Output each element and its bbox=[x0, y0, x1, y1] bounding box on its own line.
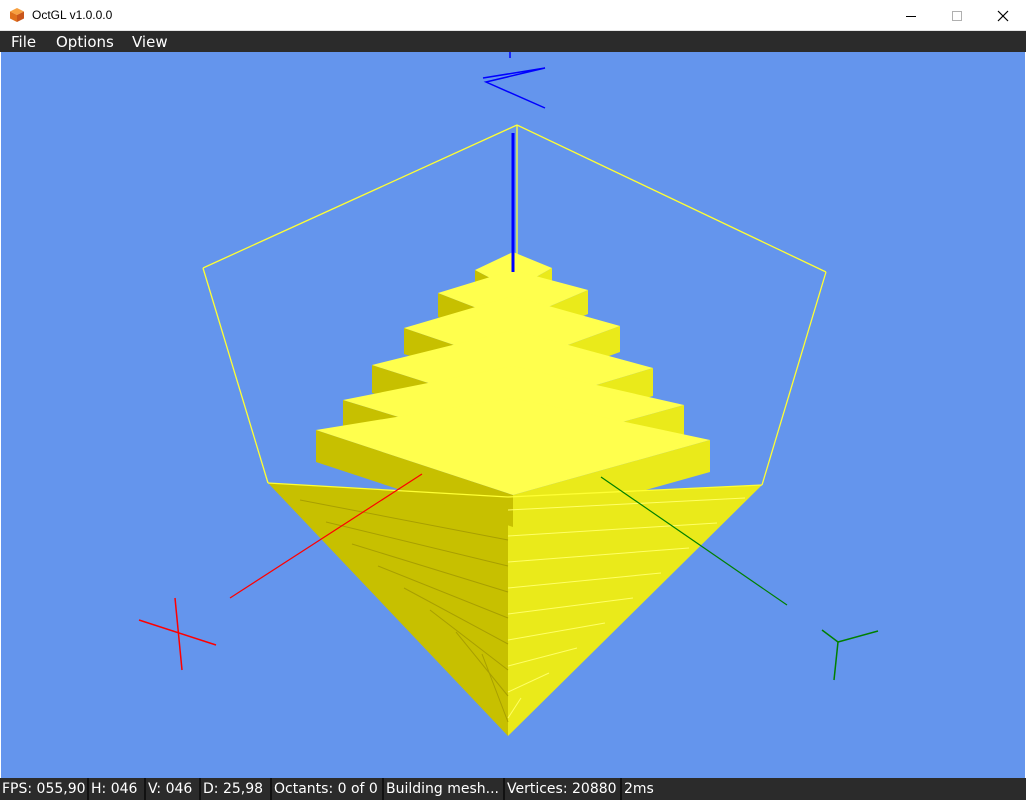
pyramid-right-face bbox=[508, 485, 762, 736]
scene-canvas bbox=[138, 52, 879, 736]
window-title: OctGL v1.0.0.0 bbox=[32, 8, 113, 22]
close-icon bbox=[997, 10, 1009, 21]
status-d: D: 25,98 bbox=[201, 778, 272, 800]
status-bar: FPS: 055,90 H: 046 V: 046 D: 25,98 Octan… bbox=[0, 778, 1026, 800]
status-state: Building mesh... bbox=[384, 778, 505, 800]
menu-view[interactable]: View bbox=[132, 33, 168, 51]
title-bar[interactable]: OctGL v1.0.0.0 bbox=[0, 0, 1026, 31]
close-button[interactable] bbox=[980, 0, 1026, 31]
menu-options[interactable]: Options bbox=[56, 33, 114, 51]
y-axis-label-glyph bbox=[837, 630, 879, 643]
status-v: V: 046 bbox=[146, 778, 201, 800]
y-axis-label-glyph bbox=[821, 629, 839, 643]
maximize-icon bbox=[952, 10, 962, 21]
status-h: H: 046 bbox=[89, 778, 146, 800]
y-axis-label-glyph bbox=[833, 641, 839, 681]
minimize-icon bbox=[906, 15, 916, 17]
pyramid-left-face bbox=[268, 483, 508, 736]
z-axis-label-glyph bbox=[482, 67, 546, 109]
menu-bar: File Options View bbox=[0, 31, 1026, 52]
gl-viewport[interactable] bbox=[1, 52, 1025, 778]
minimize-button[interactable] bbox=[888, 0, 934, 31]
bbox-edge bbox=[202, 267, 269, 484]
maximize-button[interactable] bbox=[934, 0, 980, 31]
status-octants: Octants: 0 of 0 bbox=[272, 778, 384, 800]
menu-file[interactable]: File bbox=[11, 33, 36, 51]
status-time: 2ms bbox=[624, 781, 654, 797]
app-cube-icon bbox=[10, 8, 24, 22]
status-fps: FPS: 055,90 bbox=[0, 778, 89, 800]
status-vertices: Vertices: 20880 bbox=[505, 778, 622, 800]
bbox-edge bbox=[516, 124, 827, 273]
bbox-edge bbox=[761, 271, 827, 486]
bbox-edge bbox=[202, 124, 518, 269]
